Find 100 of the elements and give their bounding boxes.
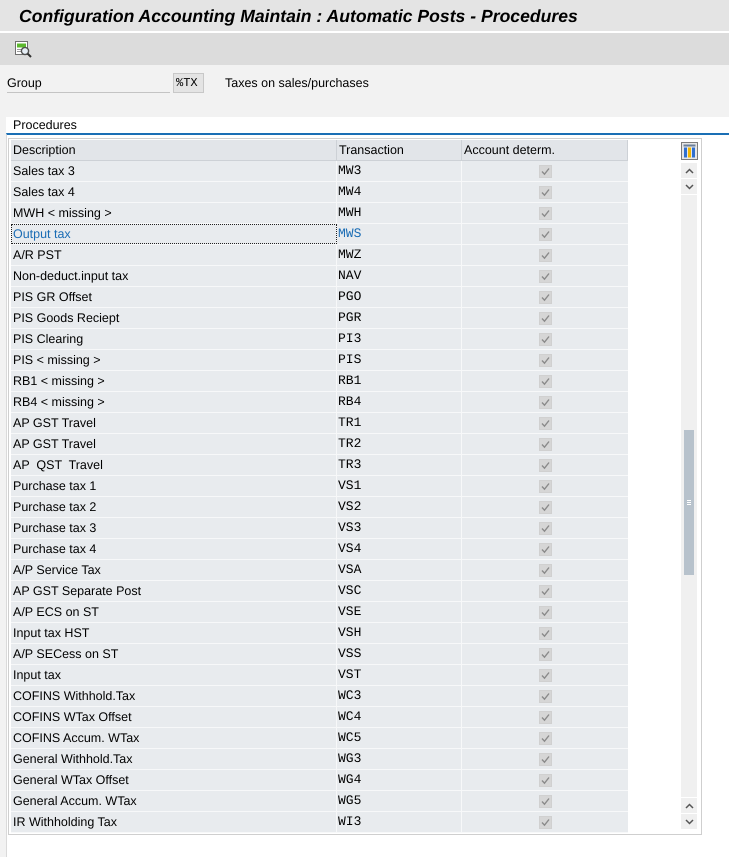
scroll-down-button[interactable]	[681, 814, 697, 829]
table-row[interactable]: COFINS Accum. WTax WC5	[11, 728, 628, 749]
table-row[interactable]: PIS < missing > PIS	[11, 350, 628, 371]
chevron-down-icon	[684, 818, 694, 824]
table-cell: A/P SECess on ST	[11, 644, 337, 664]
scroll-up-button[interactable]	[681, 163, 697, 178]
table-row[interactable]: Purchase tax 2 VS2	[11, 497, 628, 518]
table-columns-icon[interactable]	[681, 142, 698, 160]
table-row[interactable]: General Accum. WTax WG5	[11, 791, 628, 812]
column-header[interactable]: Transaction	[337, 140, 462, 160]
column-header[interactable]: Description	[11, 140, 337, 160]
table-cell: MWZ	[337, 245, 462, 265]
table-cell: General Withhold.Tax	[11, 749, 337, 769]
table-cell: Input tax	[11, 665, 337, 685]
table-cell: General Accum. WTax	[11, 791, 337, 811]
table-cell: PI3	[337, 329, 462, 349]
table-row[interactable]: Non-deduct.input tax NAV	[11, 266, 628, 287]
chevron-up-icon	[684, 168, 694, 174]
table-cell: TR2	[337, 434, 462, 454]
scroll-up-button[interactable]	[681, 798, 697, 813]
table-cell: WC4	[337, 707, 462, 727]
table-cell: Sales tax 4	[11, 182, 337, 202]
table-cell: Output tax	[11, 224, 337, 244]
table-row[interactable]: AP QST Travel TR3	[11, 455, 628, 476]
column-header[interactable]: Account determ.	[462, 140, 628, 160]
table-cell: VSA	[337, 560, 462, 580]
table-cell: IR Withholding Tax	[11, 812, 337, 832]
table-row[interactable]: Input tax VST	[11, 665, 628, 686]
table-row[interactable]: Purchase tax 4 VS4	[11, 539, 628, 560]
table-row[interactable]: AP GST Travel TR1	[11, 413, 628, 434]
table-cell: A/P ECS on ST	[11, 602, 337, 622]
table-cell: COFINS WTax Offset	[11, 707, 337, 727]
table-cell: MWH	[337, 203, 462, 223]
table-row[interactable]: A/P SECess on ST VSS	[11, 644, 628, 665]
scroll-down-button[interactable]	[681, 179, 697, 194]
scrollbar-thumb[interactable]	[684, 430, 694, 575]
table-cell: VSS	[337, 644, 462, 664]
table-cell: PGO	[337, 287, 462, 307]
table-cell: AP GST Separate Post	[11, 581, 337, 601]
table-cell: NAV	[337, 266, 462, 286]
table-row[interactable]: A/P ECS on ST VSE	[11, 602, 628, 623]
table-row[interactable]: Purchase tax 3 VS3	[11, 518, 628, 539]
table-cell: TR3	[337, 455, 462, 475]
table-cell: COFINS Withhold.Tax	[11, 686, 337, 706]
table-cell: VS2	[337, 497, 462, 517]
table-row[interactable]: A/P Service Tax VSA	[11, 560, 628, 581]
table-cell: Input tax HST	[11, 623, 337, 643]
table-cell: General WTax Offset	[11, 770, 337, 790]
table-cell: PIS < missing >	[11, 350, 337, 370]
table-cell: AP GST Travel	[11, 413, 337, 433]
table-cell: MWH < missing >	[11, 203, 337, 223]
table-cell: AP GST Travel	[11, 434, 337, 454]
table-row[interactable]: IR Withholding Tax WI3	[11, 812, 628, 833]
table-row[interactable]: General WTax Offset WG4	[11, 770, 628, 791]
table-row[interactable]: RB4 < missing > RB4	[11, 392, 628, 413]
table-row[interactable]: AP GST Separate Post VSC	[11, 581, 628, 602]
table-cell: Purchase tax 2	[11, 497, 337, 517]
table-row[interactable]: Purchase tax 1 VS1	[11, 476, 628, 497]
table-row[interactable]: COFINS Withhold.Tax WC3	[11, 686, 628, 707]
table-cell: Sales tax 3	[11, 161, 337, 181]
table-row[interactable]: Input tax HST VSH	[11, 623, 628, 644]
table-cell: PGR	[337, 308, 462, 328]
table-row[interactable]: General Withhold.Tax WG3	[11, 749, 628, 770]
table-row[interactable]: RB1 < missing > RB1	[11, 371, 628, 392]
table-cell: WC3	[337, 686, 462, 706]
window-title: Configuration Accounting Maintain : Automatic Posts - Procedures	[19, 4, 578, 26]
table-cell: RB4 < missing >	[11, 392, 337, 412]
table-cell: Non-deduct.input tax	[11, 266, 337, 286]
table-row[interactable]: PIS Goods Reciept PGR	[11, 308, 628, 329]
table-cell: COFINS Accum. WTax	[11, 728, 337, 748]
table-cell: PIS	[337, 350, 462, 370]
table-row[interactable]: Sales tax 3 MW3	[11, 161, 628, 182]
table-cell: MW3	[337, 161, 462, 181]
table-cell: VSC	[337, 581, 462, 601]
table-cell: PIS Goods Reciept	[11, 308, 337, 328]
table-cell: Purchase tax 1	[11, 476, 337, 496]
table-cell: WG5	[337, 791, 462, 811]
table-cell: VS1	[337, 476, 462, 496]
table-row[interactable]: Sales tax 4 MW4	[11, 182, 628, 203]
table-cell: VSE	[337, 602, 462, 622]
table-cell: VS4	[337, 539, 462, 559]
table-cell: VST	[337, 665, 462, 685]
table-cell: VSH	[337, 623, 462, 643]
document-search-icon[interactable]	[14, 40, 32, 58]
table-row[interactable]: MWH < missing > MWH	[11, 203, 628, 224]
table-cell: RB1	[337, 371, 462, 391]
table-cell: VS3	[337, 518, 462, 538]
table-cell: RB4	[337, 392, 462, 412]
table-cell: WC5	[337, 728, 462, 748]
table-row[interactable]: A/R PST MWZ	[11, 245, 628, 266]
table-row[interactable]: AP GST Travel TR2	[11, 434, 628, 455]
table-row[interactable]: COFINS WTax Offset WC4	[11, 707, 628, 728]
table-row[interactable]: Output tax MWS	[11, 224, 628, 245]
group-label: Group	[7, 73, 170, 93]
chevron-down-icon	[684, 184, 694, 190]
chevron-up-icon	[684, 802, 694, 808]
table-row[interactable]: PIS GR Offset PGO	[11, 287, 628, 308]
table-cell: Purchase tax 4	[11, 539, 337, 559]
table-row[interactable]: PIS Clearing PI3	[11, 329, 628, 350]
table-cell: WG4	[337, 770, 462, 790]
